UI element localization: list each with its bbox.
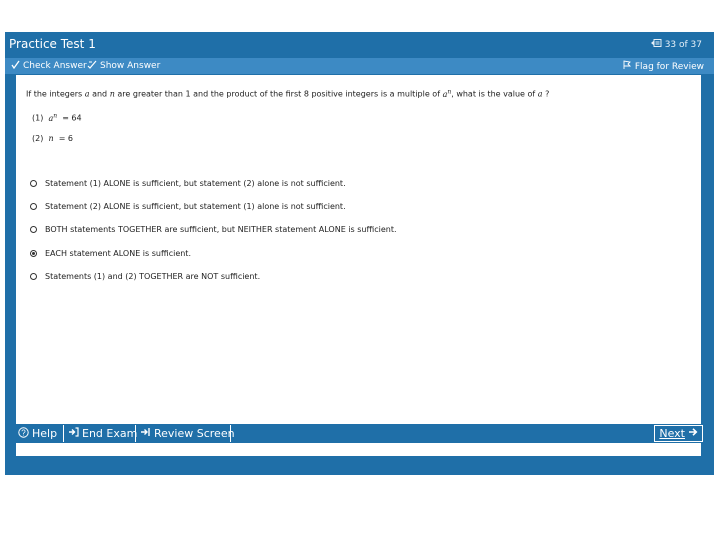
help-button[interactable]: ? Help: [14, 425, 64, 442]
question-counter: 33 of 37: [650, 39, 702, 50]
flag-icon: [622, 60, 632, 73]
radio-button[interactable]: [30, 272, 37, 280]
answer-option-label: Statements (1) and (2) TOGETHER are NOT …: [45, 271, 261, 281]
expression-a-power-n: an: [442, 88, 452, 99]
window-title: Practice Test 1: [9, 37, 96, 51]
question-counter-text: 33 of 37: [664, 39, 702, 50]
variable-n: n: [109, 89, 115, 99]
variable-n: n: [48, 134, 54, 143]
question-text-part: If the integers: [26, 89, 83, 99]
exam-window: Practice Test 1 33 of 37 Check Answer Sh…: [5, 32, 714, 475]
answer-option-a[interactable]: Statement (1) ALONE is sufficient, but s…: [30, 177, 346, 189]
answer-option-label: Statement (1) ALONE is sufficient, but s…: [45, 178, 346, 188]
svg-text:?: ?: [21, 428, 26, 437]
answer-option-e[interactable]: Statements (1) and (2) TOGETHER are NOT …: [30, 270, 260, 282]
next-button[interactable]: Next: [654, 425, 703, 442]
statement-1-equation: = 64: [62, 113, 82, 123]
title-bar: Practice Test 1 33 of 37: [5, 32, 714, 58]
statement-1: (1) an = 64: [32, 112, 82, 123]
end-exam-button[interactable]: End Exam: [64, 425, 138, 442]
answer-option-b[interactable]: Statement (2) ALONE is sufficient, but s…: [30, 200, 346, 212]
statement-2-label: (2): [32, 134, 44, 143]
review-screen-icon: [140, 427, 151, 440]
question-stem: If the integers a and n are greater than…: [26, 88, 549, 99]
radio-button[interactable]: [30, 202, 37, 210]
question-text-part: are greater than 1 and the product of th…: [117, 89, 441, 99]
radio-button[interactable]: [30, 179, 37, 187]
statement-1-label: (1): [32, 113, 44, 123]
expression-a-power-n: an: [48, 112, 58, 123]
end-exam-icon: [68, 427, 79, 440]
review-screen-button[interactable]: Review Screen: [136, 425, 235, 442]
show-answer-label: Show Answer: [100, 61, 161, 71]
question-text-part: , what is the value of: [451, 89, 536, 99]
bottom-bar: ? Help End Exam Review Screen Next: [14, 424, 708, 443]
question-text-part: and: [92, 89, 108, 99]
answer-option-label: Statement (2) ALONE is sufficient, but s…: [45, 201, 346, 211]
help-label: Help: [32, 427, 58, 440]
answer-option-c[interactable]: BOTH statements TOGETHER are sufficient,…: [30, 223, 397, 235]
show-answer-button[interactable]: Show Answer: [87, 60, 160, 72]
check-answer-icon: [11, 60, 20, 72]
question-text-part: ?: [545, 89, 550, 99]
next-label: Next: [659, 427, 685, 440]
answer-option-label: BOTH statements TOGETHER are sufficient,…: [45, 224, 397, 234]
answer-option-d[interactable]: EACH statement ALONE is sufficient.: [30, 247, 191, 259]
radio-button[interactable]: [30, 225, 37, 233]
check-answer-button[interactable]: Check Answer: [11, 60, 87, 72]
toolbar: Check Answer Show Answer Flag for Review: [5, 58, 714, 74]
variable-a: a: [537, 89, 543, 99]
show-answer-icon: [87, 60, 97, 72]
question-counter-icon: [650, 39, 662, 50]
radio-button-selected[interactable]: [30, 249, 37, 257]
check-answer-label: Check Answer: [23, 61, 87, 71]
statement-2-equation: = 6: [58, 134, 74, 143]
review-screen-label: Review Screen: [154, 427, 235, 440]
variable-a: a: [84, 89, 90, 99]
statement-2: (2) n = 6: [32, 134, 73, 143]
flag-for-review-label: Flag for Review: [634, 61, 704, 72]
arrow-right-icon: [688, 427, 698, 440]
help-icon: ?: [18, 426, 29, 441]
question-panel: If the integers a and n are greater than…: [16, 75, 701, 456]
answer-option-label: EACH statement ALONE is sufficient.: [45, 248, 191, 258]
flag-for-review-button[interactable]: Flag for Review: [622, 60, 704, 73]
end-exam-label: End Exam: [82, 427, 138, 440]
